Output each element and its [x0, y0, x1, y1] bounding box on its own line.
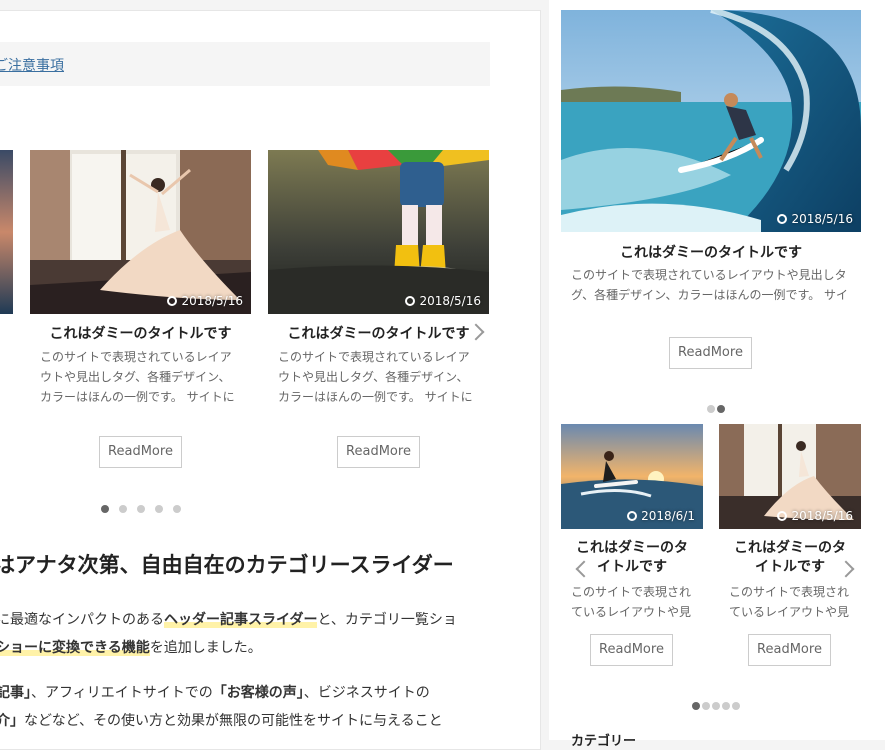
sidebar-slide-excerpt: このサイトで表現されているレイアウトや見 — [729, 585, 850, 619]
update-icon — [167, 296, 178, 306]
pagination-dot[interactable] — [692, 702, 700, 710]
sidebar-slide-excerpt: このサイトで表現されているレイアウトや見出しタグ、各種デザイン、カラーはほんの一… — [571, 268, 849, 302]
sidebar-slide-image-dancer[interactable]: 2018/5/16 — [719, 424, 861, 529]
notice-link[interactable]: ご注意事項 — [0, 55, 64, 75]
readmore-button[interactable]: ReadMore — [669, 337, 752, 369]
sidebar-slide-title[interactable]: これはダミーのタイトルです — [561, 242, 861, 262]
readmore-button[interactable]: ReadMore — [337, 436, 420, 468]
article-paragraph: 介」などなど、その使い方と効果が無限の可能性をサイトに与えること — [0, 713, 443, 729]
sidebar-slide-image-surfer[interactable]: 2018/5/16 — [561, 10, 861, 232]
slide-excerpt: このサイトで表現されているレイアウトや見出しタグ、各種デザイン、カラーはほんの一… — [40, 350, 235, 404]
pagination-dot[interactable] — [101, 505, 109, 513]
readmore-button[interactable]: ReadMore — [748, 634, 831, 666]
section-heading: はアナタ次第、自由自在のカテゴリースライダー — [0, 553, 454, 577]
slide-excerpt: このサイトで表現されているレイアウトや見出しタグ、各種デザイン、カラーはほんの一… — [278, 350, 473, 404]
pagination-dot[interactable] — [702, 702, 710, 710]
pagination-dot[interactable] — [717, 405, 725, 413]
slide-title[interactable]: これはダミーのタイトルです — [30, 323, 251, 343]
main-content: ご注意事項 2018/5/16 これはダミーのタイトルです このサイトで表現され… — [0, 10, 541, 750]
pagination-dot[interactable] — [712, 702, 720, 710]
slide-date: 2018/5/16 — [167, 294, 243, 308]
slide-image-dancer[interactable]: 2018/5/16 — [30, 150, 251, 314]
pagination-dot[interactable] — [173, 505, 181, 513]
slide-image-partial[interactable] — [0, 150, 13, 314]
update-icon — [777, 511, 788, 521]
readmore-button[interactable]: ReadMore — [99, 436, 182, 468]
update-icon — [627, 511, 638, 521]
article-paragraph: に最適なインパクトのあるヘッダー記事スライダーと、カテゴリ一覧ショ — [0, 612, 457, 628]
article-paragraph: ショーに変換できる機能を追加しました。 — [0, 634, 262, 662]
pagination-dot[interactable] — [707, 405, 715, 413]
sidebar-slide-image-sunset-surfer[interactable]: 2018/6/1 — [561, 424, 703, 529]
pagination-dot[interactable] — [732, 702, 740, 710]
sidebar-top-pagination — [707, 405, 725, 413]
sidebar-slide-excerpt: このサイトで表現されているレイアウトや見 — [571, 585, 692, 619]
update-icon — [777, 214, 788, 224]
sidebar-bottom-pagination — [692, 702, 740, 710]
article-paragraph: 記事」、アフィリエイトサイトでの「お客様の声」、ビジネスサイトの — [0, 685, 430, 701]
slide-image-rain-boots[interactable]: 2018/5/16 — [268, 150, 489, 314]
slide-date: 2018/6/1 — [627, 509, 695, 523]
pagination-dot[interactable] — [119, 505, 127, 513]
pagination-dot[interactable] — [155, 505, 163, 513]
notice-box: ご注意事項 — [0, 42, 490, 86]
sidebar-slide-title[interactable]: これはダミーのタイトルです — [731, 539, 849, 577]
pagination-dot[interactable] — [722, 702, 730, 710]
readmore-button[interactable]: ReadMore — [590, 634, 673, 666]
slide-date: 2018/5/16 — [777, 212, 853, 226]
sidebar: 2018/5/16 これはダミーのタイトルです このサイトで表現されているレイア… — [549, 0, 885, 740]
update-icon — [405, 296, 416, 306]
pagination-dot[interactable] — [137, 505, 145, 513]
slide-date: 2018/5/16 — [405, 294, 481, 308]
slider-pagination — [101, 505, 181, 513]
slide-date: 2018/5/16 — [777, 509, 853, 523]
slide-title[interactable]: これはダミーのタイトルです — [268, 323, 489, 343]
sidebar-slide-title[interactable]: これはダミーのタイトルです — [573, 539, 691, 577]
